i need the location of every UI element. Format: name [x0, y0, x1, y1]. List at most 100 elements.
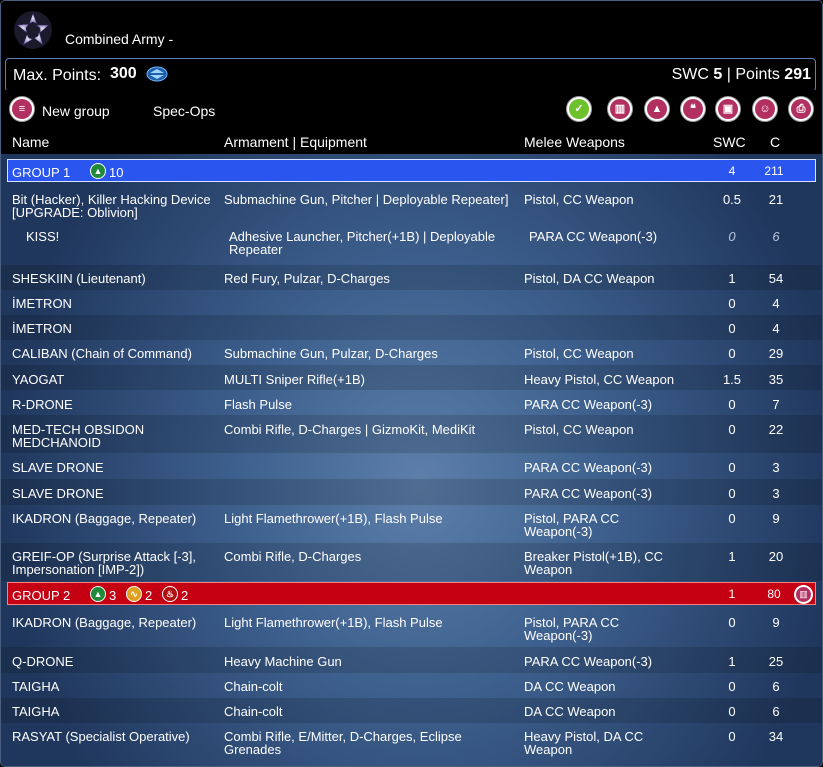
points-label: Points	[735, 66, 780, 83]
unit-row[interactable]: IKADRON (Baggage, Repeater) Light Flamet…	[1, 505, 822, 543]
unit-armament: Combi Rifle, D-Charges	[224, 549, 362, 564]
unit-cost: 7	[772, 397, 780, 412]
unit-row[interactable]: İMETRON 0 4	[1, 315, 822, 340]
swc-label: SWC	[671, 66, 709, 83]
unit-melee: Pistol, CC Weapon	[524, 192, 634, 207]
unit-row[interactable]: İMETRON 0 4	[1, 290, 822, 315]
unit-cost: 35	[768, 372, 784, 387]
unit-melee: PARA CC Weapon(-3)	[529, 229, 658, 244]
unit-armament: Submachine Gun, Pulzar, D-Charges	[224, 346, 438, 361]
print-icon[interactable]: ⎙	[788, 96, 814, 122]
save-disk-icon[interactable]: ▣	[715, 96, 741, 122]
spec-ops-button[interactable]: Spec-Ops	[153, 103, 215, 119]
delete-trash-icon[interactable]: ▥	[607, 96, 633, 122]
validate-check-icon[interactable]: ✓	[566, 96, 592, 122]
unit-melee: DA CC Weapon	[524, 679, 616, 694]
unit-melee: Heavy Pistol, DA CC Weapon	[524, 729, 644, 757]
unit-cost: 4	[772, 321, 780, 336]
max-points-value: 300	[110, 65, 137, 82]
unit-row[interactable]: Bit (Hacker), Killer Hacking Device [UPG…	[1, 187, 822, 223]
max-points-toggle-icon[interactable]	[146, 66, 168, 82]
unit-armament: MULTI Sniper Rifle(+1B)	[224, 372, 365, 387]
list-summary: SWC 5 | Points 291	[672, 66, 811, 84]
unit-armament: Combi Rifle, D-Charges | GizmoKit, MediK…	[224, 422, 476, 437]
unit-name: TAIGHA	[12, 679, 60, 694]
group-label: GROUP 2	[12, 588, 71, 603]
col-name: Name	[12, 134, 50, 150]
unit-row[interactable]: MED-TECH OBSIDON MEDCHANOID Combi Rifle,…	[1, 415, 822, 453]
army-title: Combined Army -	[65, 31, 174, 47]
unit-armament: Chain-colt	[224, 704, 283, 719]
army-warning-icon[interactable]: ▲	[644, 96, 670, 122]
new-group-button[interactable]: New group	[42, 103, 110, 119]
unit-melee: PARA CC Weapon(-3)	[524, 397, 653, 412]
irregular-order-icon: ∿	[126, 586, 142, 602]
irregular-order-count: 2	[145, 588, 153, 603]
regular-order-icon: ▲	[90, 163, 106, 179]
chat-icon[interactable]: ❝	[680, 96, 706, 122]
unit-name: İMETRON	[12, 321, 72, 336]
army-list-window: Combined Army - Max. Points: 300 SWC 5 |…	[0, 0, 823, 767]
group-swc: 1	[728, 587, 736, 601]
unit-name: MED-TECH OBSIDON MEDCHANOID	[12, 422, 145, 450]
unit-name: TAIGHA	[12, 704, 60, 719]
unit-melee: Pistol, CC Weapon	[524, 422, 634, 437]
unit-cost: 25	[768, 654, 784, 669]
unit-melee: Pistol, CC Weapon	[524, 346, 634, 361]
smiley-icon[interactable]: ☺	[752, 96, 778, 122]
swc-total: 5	[713, 66, 723, 83]
unit-row[interactable]: TAIGHA Chain-colt DA CC Weapon 0 6	[1, 673, 822, 698]
unit-row[interactable]: R-DRONE Flash Pulse PARA CC Weapon(-3) 0…	[1, 390, 822, 415]
unit-name: İMETRON	[12, 296, 72, 311]
unit-row[interactable]: IKADRON (Baggage, Repeater) Light Flamet…	[1, 609, 822, 647]
unit-armament: Red Fury, Pulzar, D-Charges	[224, 271, 390, 286]
unit-melee: Pistol, DA CC Weapon	[524, 271, 655, 286]
unit-subrow[interactable]: KISS! Adhesive Launcher, Pitcher(+1B) | …	[1, 223, 822, 263]
unit-melee: Pistol, PARA CC Weapon(-3)	[524, 615, 620, 643]
header: Combined Army -	[1, 1, 822, 58]
unit-row[interactable]: SLAVE DRONE PARA CC Weapon(-3) 0 3	[1, 479, 822, 505]
group-cost: 211	[764, 164, 784, 178]
unit-armament: Heavy Machine Gun	[224, 654, 342, 669]
delete-group-icon[interactable]: ▥	[794, 585, 813, 604]
unit-cost: 6	[772, 679, 780, 694]
new-group-icon[interactable]: ≡	[9, 96, 35, 122]
unit-melee: PARA CC Weapon(-3)	[524, 486, 653, 501]
unit-armament: Flash Pulse	[224, 397, 292, 412]
unit-row[interactable]: YAOGAT MULTI Sniper Rifle(+1B) Heavy Pis…	[1, 365, 822, 390]
unit-cost: 22	[768, 422, 784, 437]
unit-name: SHESKIIN (Lieutenant)	[12, 271, 146, 286]
unit-armament: Light Flamethrower(+1B), Flash Pulse	[224, 511, 443, 526]
unit-list: GROUP 1 ▲ 10 4 211 Bit (Hacker), Killer …	[1, 154, 822, 766]
unit-cost: 54	[768, 271, 784, 286]
unit-cost: 9	[772, 615, 780, 630]
unit-cost: 3	[772, 486, 780, 501]
group-cost: 80	[767, 587, 781, 601]
points-total: 291	[784, 66, 811, 83]
unit-row[interactable]: SHESKIIN (Lieutenant) Red Fury, Pulzar, …	[1, 265, 822, 290]
group-2-header[interactable]: GROUP 2 ▲ 3 ∿ 2 ♨ 2 1 80 ▥	[7, 582, 816, 605]
unit-melee: PARA CC Weapon(-3)	[524, 460, 653, 475]
unit-row[interactable]: GREIF-OP (Surprise Attack [-3], Imperson…	[1, 543, 822, 581]
unit-row[interactable]: RASYAT (Specialist Operative) Combi Rifl…	[1, 723, 822, 766]
unit-cost: 20	[768, 549, 784, 564]
impetuous-order-count: 2	[181, 588, 189, 603]
group-swc: 4	[728, 164, 736, 178]
unit-name: IKADRON (Baggage, Repeater)	[12, 615, 197, 630]
unit-row[interactable]: TAIGHA Chain-colt DA CC Weapon 0 6	[1, 698, 822, 723]
unit-name: GREIF-OP (Surprise Attack [-3], Imperson…	[12, 549, 196, 577]
unit-name: Bit (Hacker), Killer Hacking Device [UPG…	[12, 192, 211, 220]
col-swc: SWC	[713, 134, 746, 150]
unit-row[interactable]: SLAVE DRONE PARA CC Weapon(-3) 0 3	[1, 453, 822, 479]
group-1-header[interactable]: GROUP 1 ▲ 10 4 211	[7, 159, 816, 182]
unit-melee: DA CC Weapon	[524, 704, 616, 719]
regular-order-icon: ▲	[90, 586, 106, 602]
unit-row[interactable]: CALIBAN (Chain of Command) Submachine Gu…	[1, 340, 822, 365]
unit-armament: Submachine Gun, Pitcher | Deployable Rep…	[224, 192, 509, 207]
unit-melee: Pistol, PARA CC Weapon(-3)	[524, 511, 620, 539]
unit-row[interactable]: Q-DRONE Heavy Machine Gun PARA CC Weapon…	[1, 647, 822, 673]
unit-cost: 6	[772, 229, 780, 244]
points-bar: Max. Points: 300 SWC 5 | Points 291	[5, 58, 816, 92]
unit-name: R-DRONE	[12, 397, 73, 412]
column-headers: Name Armament | Equipment Melee Weapons …	[1, 132, 822, 154]
